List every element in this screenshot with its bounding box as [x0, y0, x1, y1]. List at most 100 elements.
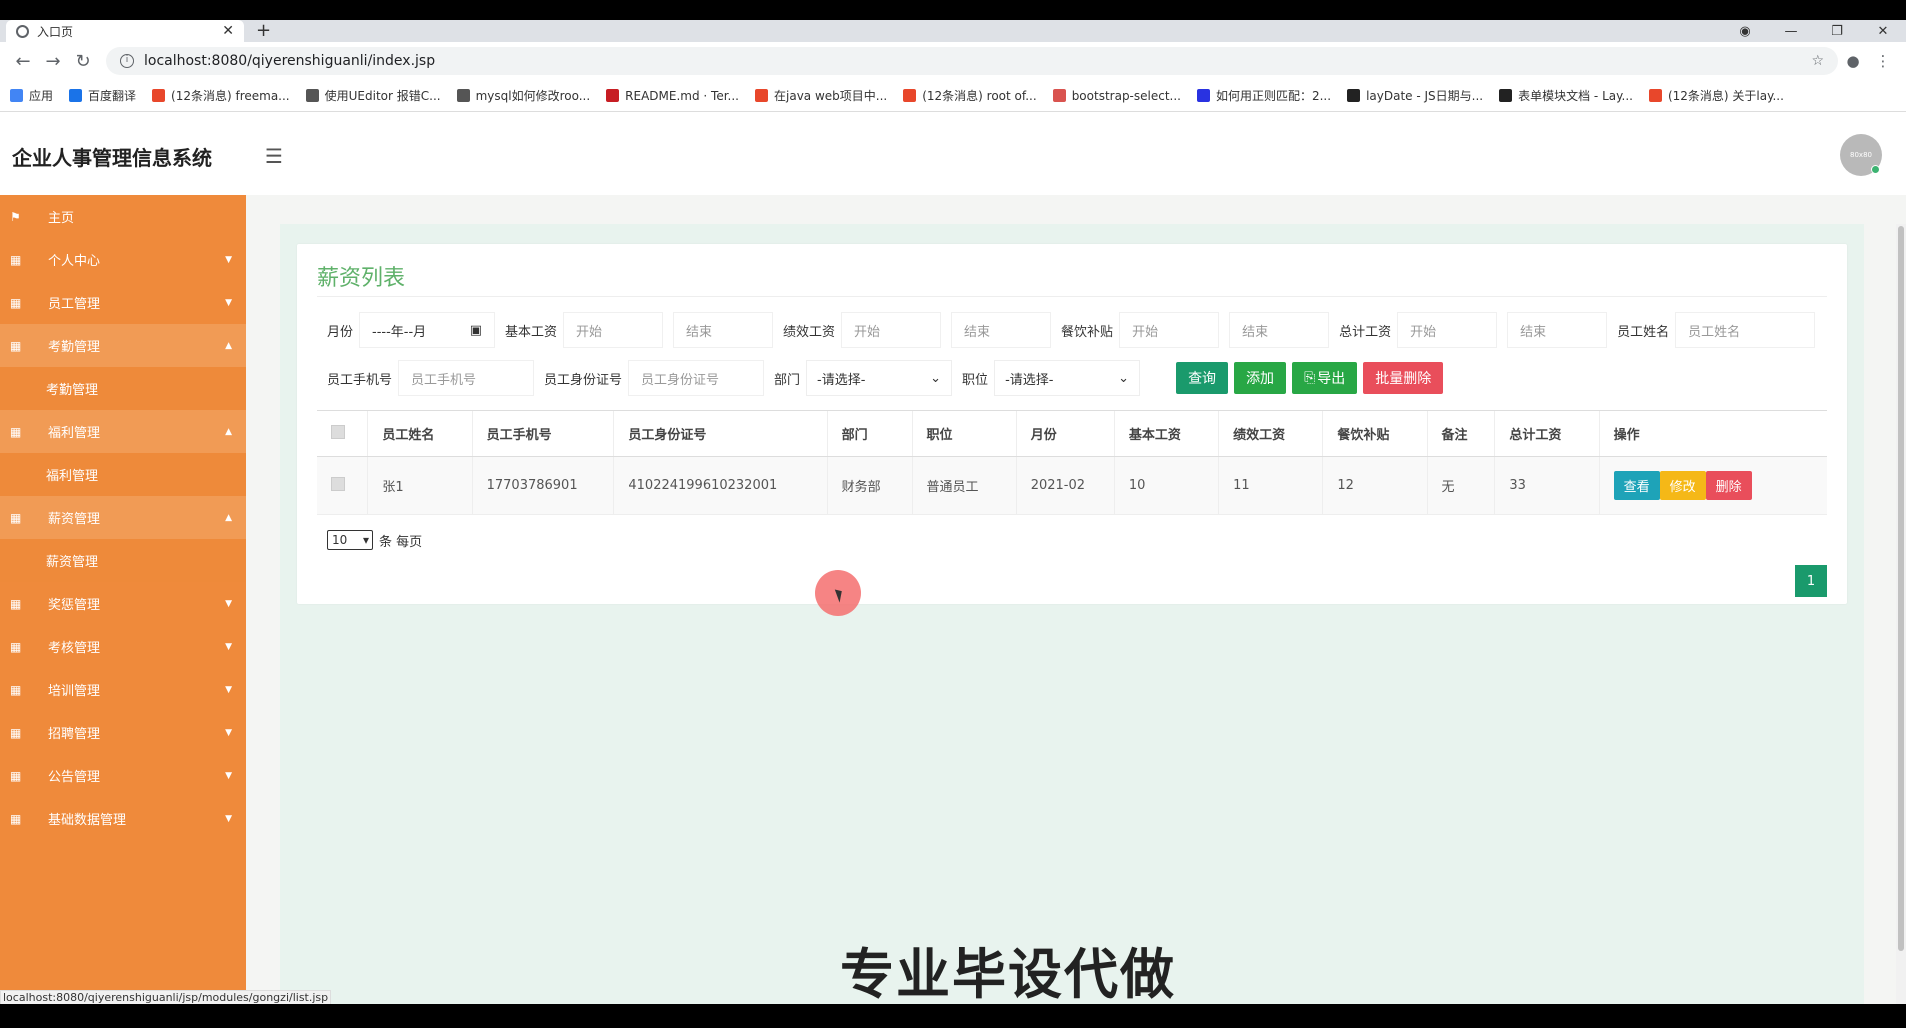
bookmark-item[interactable]: (12条消息) 关于lay... — [1648, 87, 1784, 104]
bookmark-label: 表单模块文档 - Lay... — [1518, 89, 1633, 103]
page-size-select[interactable]: 10 ▾ — [327, 530, 373, 550]
reload-icon[interactable]: ↻ — [68, 51, 98, 72]
employee-name-input[interactable]: 员工姓名 — [1675, 312, 1816, 348]
sidebar-item[interactable]: 福利管理 — [0, 453, 246, 496]
grid-icon: ▦ — [10, 596, 22, 611]
bookmark-item[interactable]: bootstrap-select... — [1052, 88, 1181, 103]
bookmark-item[interactable]: 应用 — [10, 87, 53, 104]
window-controls: ◉ — ❐ ✕ — [1722, 20, 1906, 42]
bookmark-item[interactable]: (12条消息) root of... — [903, 87, 1037, 104]
base-salary-end-input[interactable]: 结束 — [673, 312, 774, 348]
id-card-input[interactable]: 员工身份证号 — [628, 360, 765, 396]
sidebar-item[interactable]: ▦ 福利管理 ▲ — [0, 410, 246, 453]
sidebar-item[interactable]: ▦ 考勤管理 ▲ — [0, 324, 246, 367]
column-header[interactable]: 员工身份证号 — [613, 410, 828, 457]
bookmark-item[interactable]: 如何用正则匹配：2... — [1196, 87, 1331, 104]
bookmark-item[interactable]: (12条消息) freema... — [152, 87, 290, 104]
column-header[interactable]: 绩效工资 — [1218, 410, 1323, 457]
calendar-icon[interactable]: ▣ — [470, 323, 482, 338]
sidebar-item[interactable]: ▦ 培训管理 ▼ — [0, 668, 246, 711]
sidebar-item[interactable]: ▦ 个人中心 ▼ — [0, 238, 246, 281]
hamburger-menu-icon[interactable]: ☰ — [265, 144, 283, 168]
bookmark-label: (12条消息) root of... — [922, 89, 1037, 103]
forward-arrow-icon[interactable]: → — [38, 51, 68, 72]
month-input[interactable]: ----年--月 ▣ — [359, 312, 496, 348]
add-button[interactable]: 添加 — [1234, 362, 1287, 394]
sidebar-item[interactable]: ▦ 招聘管理 ▼ — [0, 711, 246, 754]
total-salary-start-input[interactable]: 开始 — [1397, 312, 1498, 348]
sidebar-item[interactable]: ▦ 考核管理 ▼ — [0, 625, 246, 668]
sidebar-item[interactable]: ⚑ 主页 — [0, 195, 246, 238]
close-window-button[interactable]: ✕ — [1860, 24, 1906, 39]
bookmark-label: bootstrap-select... — [1071, 88, 1181, 103]
caret-down-icon: ▼ — [225, 684, 232, 695]
column-header[interactable]: 餐饮补贴 — [1322, 410, 1428, 457]
position-select[interactable]: -请选择- ⌄ — [994, 360, 1141, 396]
profile-icon[interactable]: ● — [1838, 52, 1868, 70]
delete-button[interactable]: 删除 — [1705, 471, 1752, 500]
row-checkbox[interactable] — [331, 476, 345, 491]
department-value: -请选择- — [817, 372, 866, 388]
sidebar-item[interactable]: ▦ 基础数据管理 ▼ — [0, 797, 246, 840]
sidebar-item[interactable]: ▦ 公告管理 ▼ — [0, 754, 246, 797]
meal-allowance-end-input[interactable]: 结束 — [1229, 312, 1330, 348]
restore-button[interactable]: ❐ — [1814, 24, 1860, 39]
column-header[interactable]: 职位 — [911, 410, 1017, 457]
sidebar-item[interactable]: ▦ 奖惩管理 ▼ — [0, 582, 246, 625]
column-header[interactable]: 备注 — [1426, 410, 1495, 457]
info-icon[interactable]: i — [120, 54, 134, 68]
perf-salary-start-input[interactable]: 开始 — [841, 312, 942, 348]
search-button[interactable]: 查询 — [1176, 362, 1229, 394]
column-header[interactable]: 月份 — [1015, 410, 1115, 457]
table-cell: 17703786901 — [471, 456, 614, 515]
meal-allowance-start-input[interactable]: 开始 — [1119, 312, 1220, 348]
phone-input[interactable]: 员工手机号 — [398, 360, 535, 396]
select-all-checkbox[interactable] — [331, 424, 345, 439]
bookmark-item[interactable]: README.md · Ter... — [606, 89, 739, 103]
column-header[interactable]: 员工姓名 — [367, 410, 473, 457]
page-scrollbar[interactable] — [1896, 224, 1906, 1004]
base-salary-start-input[interactable]: 开始 — [563, 312, 664, 348]
url-text: localhost:8080/qiyerenshiguanli/index.js… — [144, 53, 436, 69]
scrollbar-thumb[interactable] — [1898, 226, 1904, 951]
page-1-button[interactable]: 1 — [1795, 565, 1827, 597]
export-button[interactable]: ⎘ 导出 — [1292, 362, 1358, 394]
grid-icon: ▦ — [10, 510, 22, 525]
sidebar-item[interactable]: 考勤管理 — [0, 367, 246, 410]
bookmark-item[interactable]: mysql如何修改roo... — [456, 87, 590, 104]
sidebar-item[interactable]: ▦ 薪资管理 ▲ — [0, 496, 246, 539]
column-header[interactable]: 基本工资 — [1113, 410, 1219, 457]
total-salary-end-input[interactable]: 结束 — [1507, 312, 1608, 348]
export-icon: ⎘ — [1304, 370, 1316, 386]
sidebar-item[interactable]: 薪资管理 — [0, 539, 246, 582]
bookmark-favicon-icon — [1648, 89, 1662, 102]
department-select[interactable]: -请选择- ⌄ — [806, 360, 953, 396]
column-header[interactable]: 员工手机号 — [471, 410, 614, 457]
sidebar-item[interactable]: ▦ 员工管理 ▼ — [0, 281, 246, 324]
perf-salary-end-input[interactable]: 结束 — [951, 312, 1052, 348]
bookmark-item[interactable]: 百度翻译 — [69, 87, 136, 104]
batch-delete-button[interactable]: 批量删除 — [1363, 362, 1444, 394]
avatar[interactable]: 80x80 — [1840, 134, 1882, 176]
view-button[interactable]: 查看 — [1613, 471, 1660, 500]
new-tab-button[interactable]: + — [256, 20, 271, 42]
bookmark-label: layDate - JS日期与... — [1366, 89, 1484, 103]
url-bar[interactable]: i localhost:8080/qiyerenshiguanli/index.… — [106, 47, 1838, 75]
bookmark-label: README.md · Ter... — [625, 88, 739, 103]
column-header[interactable]: 部门 — [826, 410, 912, 457]
menu-dots-icon[interactable]: ⋮ — [1868, 52, 1898, 70]
back-arrow-icon[interactable]: ← — [8, 51, 38, 72]
close-tab-icon[interactable]: ✕ — [222, 23, 234, 39]
browser-tab[interactable]: 入口页 ✕ — [6, 20, 244, 42]
bookmark-star-icon[interactable]: ☆ — [1811, 53, 1824, 69]
bookmark-item[interactable]: 使用UEditor 报错C... — [305, 87, 441, 104]
tab-search-icon[interactable]: ◉ — [1722, 24, 1768, 39]
edit-button[interactable]: 修改 — [1659, 471, 1706, 500]
bookmark-item[interactable]: 在java web项目中... — [755, 87, 887, 104]
column-header[interactable]: 操作 — [1598, 410, 1827, 457]
column-header[interactable]: 总计工资 — [1494, 410, 1600, 457]
bookmark-item[interactable]: layDate - JS日期与... — [1347, 87, 1483, 104]
minimize-button[interactable]: — — [1768, 24, 1814, 39]
sidebar: ⚑ 主页 ▦ 个人中心 ▼ ▦ 员工管理 ▼ ▦ 考勤管理 ▲ 考勤管理 ▦ 福利管理 ▲ 福利管理 ▦ 薪资管理… — [0, 195, 246, 1004]
bookmark-item[interactable]: 表单模块文档 - Lay... — [1499, 87, 1633, 104]
